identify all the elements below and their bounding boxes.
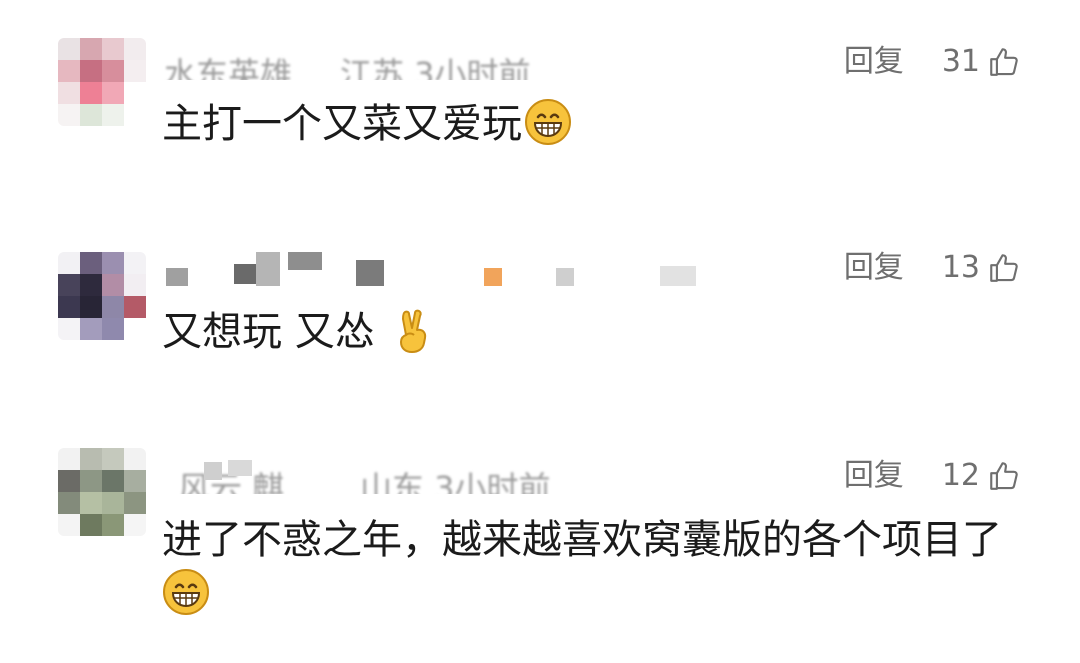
- comment-text: 又想玩 又怂: [162, 304, 439, 360]
- comment-item: 回复 13 又想玩 又怂: [0, 200, 1080, 410]
- comment-text-line-2: [162, 566, 210, 622]
- comment-text: 主打一个又菜又爱玩: [162, 96, 572, 152]
- comment-actions: 回复 31: [844, 40, 1022, 84]
- comment-actions: 回复 13: [844, 246, 1022, 290]
- comment-meta: 水东英雄 江苏 3小时前: [164, 40, 744, 80]
- comment-list: 水东英雄 江苏 3小时前 回复 31 主打一个又菜又爱玩 回复 13 又想玩 又…: [0, 0, 1080, 663]
- comment-meta: 风云 麒 山东 3小时前: [164, 454, 744, 494]
- redacted-block: [484, 268, 502, 286]
- reply-button[interactable]: 回复: [844, 40, 904, 84]
- comment-item: 风云 麒 山东 3小时前 回复 12 进了不惑之年，越来越喜欢窝囊版的各个项目了: [0, 410, 1080, 663]
- grinning-face-icon: [524, 98, 572, 146]
- comment-item: 水东英雄 江苏 3小时前 回复 31 主打一个又菜又爱玩: [0, 0, 1080, 200]
- grinning-face-icon: [162, 568, 210, 616]
- redacted-block: [166, 268, 188, 286]
- comment-text-content: 又想玩 又怂: [162, 309, 375, 355]
- avatar[interactable]: [58, 448, 146, 536]
- reply-button[interactable]: 回复: [844, 246, 904, 290]
- thumbs-up-icon[interactable]: [986, 250, 1022, 286]
- comment-actions: 回复 12: [844, 454, 1022, 498]
- thumbs-up-icon[interactable]: [986, 44, 1022, 80]
- like-count: 31: [941, 44, 980, 79]
- reply-button[interactable]: 回复: [844, 454, 904, 498]
- comment-text-content: 主打一个又菜又爱玩: [162, 101, 522, 147]
- redacted-block: [288, 252, 322, 270]
- redacted-block: [660, 266, 696, 286]
- like-count: 12: [941, 458, 980, 493]
- username[interactable]: 水东英雄: [164, 54, 292, 80]
- avatar[interactable]: [58, 252, 146, 340]
- redacted-block: [356, 260, 384, 286]
- location-time: 江苏 3小时前: [340, 55, 531, 80]
- redacted-block: [204, 462, 222, 480]
- location-time: 山东 3小时前: [360, 469, 551, 494]
- comment-text: 进了不惑之年，越来越喜欢窝囊版的各个项目了: [162, 512, 1002, 568]
- avatar[interactable]: [58, 38, 146, 126]
- comment-meta: [164, 246, 744, 286]
- redacted-block: [556, 268, 574, 286]
- thumbs-up-icon[interactable]: [986, 458, 1022, 494]
- like-count: 13: [941, 250, 980, 285]
- redacted-block: [256, 252, 280, 286]
- victory-hand-icon: [391, 306, 439, 354]
- redacted-block: [228, 460, 252, 476]
- comment-text-content: 进了不惑之年，越来越喜欢窝囊版的各个项目了: [162, 517, 1002, 563]
